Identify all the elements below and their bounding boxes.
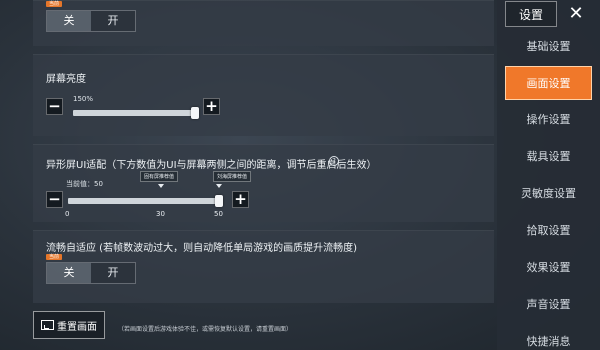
notch-recommend-bubble: 刘海屏推荐值: [213, 171, 252, 182]
current-tag: 当前: [46, 254, 63, 260]
smooth-toggle: 关 开: [46, 262, 136, 284]
smooth-panel: 流畅自适应 (若帧数波动过大，则自动降低单局游戏的画质提升流畅度) 当前 关 开: [33, 230, 494, 303]
sidebar-item-sound[interactable]: 声音设置: [505, 288, 592, 322]
current-tag: 当前: [46, 1, 63, 7]
reset-icon: [41, 320, 54, 330]
brightness-value: 150%: [73, 95, 94, 103]
notch-title: 异形屏UI适配（下方数值为UI与屏幕两侧之间的距离，调节后重启后生效）: [46, 160, 377, 171]
notch-minus-button[interactable]: −: [46, 191, 63, 208]
notch-slider[interactable]: [68, 198, 218, 204]
sidebar-item-effects[interactable]: 效果设置: [505, 251, 592, 285]
top-toggle: 关 开: [46, 10, 136, 32]
notch-tick-mid: 30: [156, 210, 165, 218]
brightness-minus-button[interactable]: −: [46, 98, 63, 115]
notch-tick-min: 0: [65, 210, 70, 218]
smooth-toggle-off[interactable]: 关: [47, 263, 91, 283]
brightness-panel: 屏幕亮度 150% − +: [33, 54, 494, 136]
reset-note: （若画面设置后游戏体验不佳，或需恢复默认设置，请重置画面）: [118, 326, 293, 333]
help-icon[interactable]: ?: [329, 156, 339, 166]
brightness-plus-button[interactable]: +: [203, 98, 220, 115]
sidebar-item-quick-message[interactable]: 快捷消息: [505, 325, 592, 350]
sidebar-item-basic[interactable]: 基础设置: [505, 30, 592, 64]
top-toggle-panel: 当前 关 开: [33, 0, 494, 46]
sidebar-header: 设置 ✕: [505, 0, 595, 28]
top-toggle-on[interactable]: 开: [91, 11, 135, 31]
notch-slider-thumb[interactable]: [215, 195, 223, 207]
notch-tick-max: 50: [214, 210, 223, 218]
sidebar-item-pickup[interactable]: 拾取设置: [505, 214, 592, 248]
notch-plus-button[interactable]: +: [232, 191, 249, 208]
notch-panel: 异形屏UI适配（下方数值为UI与屏幕两侧之间的距离，调节后重启后生效） ? 当前…: [33, 144, 494, 222]
reset-graphics-button[interactable]: 重置画面: [33, 311, 105, 339]
settings-title: 设置: [505, 1, 557, 27]
sidebar-item-controls[interactable]: 操作设置: [505, 103, 592, 137]
notch-recommend-marker: [216, 184, 222, 188]
default-recommend-bubble: 固有屏推荐值: [140, 171, 179, 182]
smooth-title: 流畅自适应 (若帧数波动过大，则自动降低单局游戏的画质提升流畅度): [46, 243, 357, 254]
sidebar-item-vehicle[interactable]: 载具设置: [505, 140, 592, 174]
brightness-slider[interactable]: [73, 110, 198, 116]
notch-current-value: 当前值：50: [66, 180, 103, 188]
close-icon[interactable]: ✕: [561, 1, 591, 27]
reset-graphics-label: 重置画面: [57, 321, 97, 333]
default-recommend-marker: [158, 184, 164, 188]
sidebar-item-graphics[interactable]: 画面设置: [505, 66, 592, 100]
smooth-toggle-on[interactable]: 开: [91, 263, 135, 283]
top-toggle-off[interactable]: 关: [47, 11, 91, 31]
brightness-title: 屏幕亮度: [46, 74, 86, 85]
brightness-slider-thumb[interactable]: [191, 107, 199, 119]
sidebar-item-sensitivity[interactable]: 灵敏度设置: [505, 177, 592, 211]
